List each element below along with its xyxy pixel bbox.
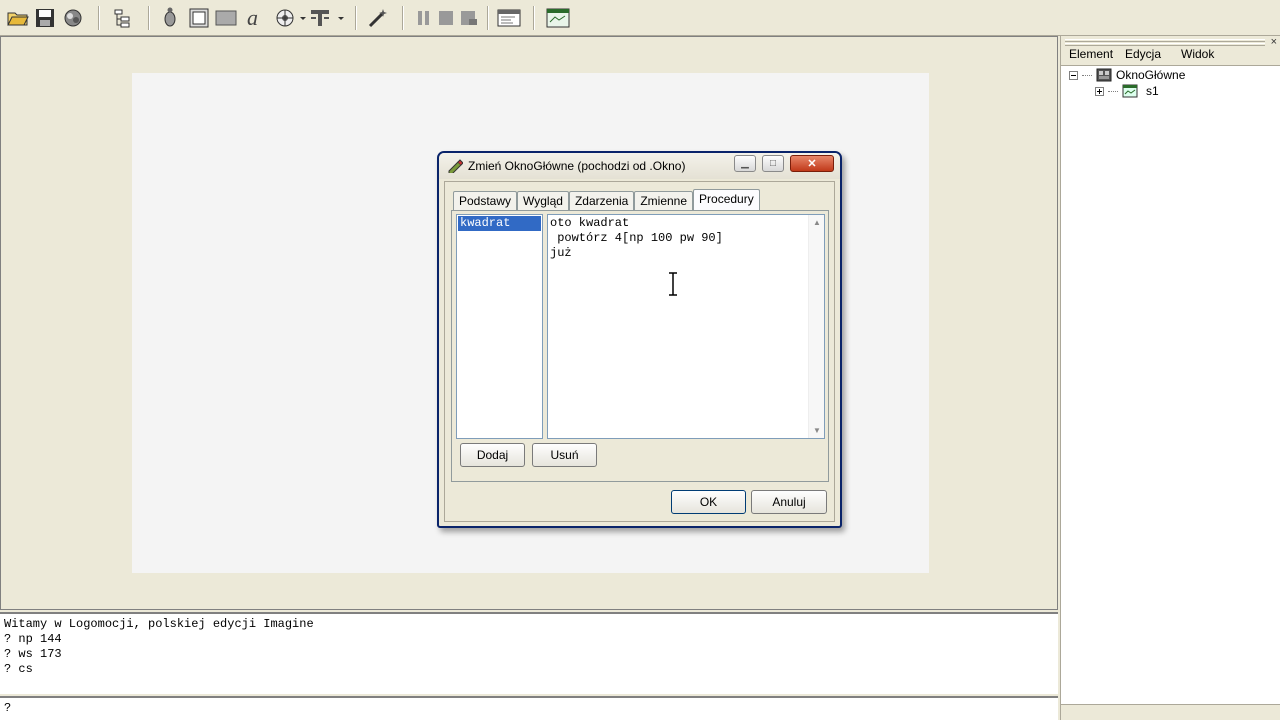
cancel-button[interactable]: Anuluj bbox=[751, 490, 827, 514]
tree-item-label: OknoGłówne bbox=[1116, 68, 1186, 82]
menu-widok[interactable]: Widok bbox=[1181, 47, 1214, 61]
toolbar-separator bbox=[355, 6, 357, 30]
save-icon[interactable] bbox=[33, 6, 57, 30]
frame-icon[interactable] bbox=[187, 6, 211, 30]
minimize-button[interactable]: ▁ bbox=[734, 155, 756, 172]
tree-item-oknoglowne[interactable]: OknoGłówne bbox=[1069, 68, 1185, 82]
open-folder-icon[interactable] bbox=[6, 6, 30, 30]
toolbar-separator bbox=[533, 6, 535, 30]
window-object-icon bbox=[1096, 68, 1112, 82]
expand-icon[interactable] bbox=[1095, 86, 1104, 96]
maximize-button[interactable]: □ bbox=[762, 155, 784, 172]
vertical-scrollbar[interactable]: ▲ ▼ bbox=[808, 215, 824, 438]
object-tree-panel: × Element Edycja Widok OknoGłówne s1 bbox=[1060, 36, 1280, 720]
tab-zdarzenia[interactable]: Zdarzenia bbox=[568, 191, 635, 210]
panel-menubar: × Element Edycja Widok bbox=[1061, 36, 1280, 66]
dialog-body: Podstawy Wygląd Zdarzenia Zmienne Proced… bbox=[444, 181, 835, 522]
scroll-down-icon[interactable]: ▼ bbox=[813, 426, 821, 435]
scroll-up-icon[interactable]: ▲ bbox=[813, 218, 821, 227]
canvas-icon[interactable] bbox=[546, 6, 570, 30]
tree-structure-icon[interactable] bbox=[110, 6, 134, 30]
tab-wyglad[interactable]: Wygląd bbox=[517, 191, 569, 210]
text-cursor-icon bbox=[669, 272, 677, 296]
panel-icon[interactable] bbox=[214, 6, 238, 30]
dialog-titlebar[interactable]: Zmień OknoGłówne (pochodzi od .Okno) ▁ □… bbox=[439, 153, 840, 179]
close-button[interactable]: ✕ bbox=[790, 155, 834, 172]
console-line: ? ws 173 bbox=[4, 647, 62, 661]
toolbar-separator bbox=[402, 6, 404, 30]
collapse-icon[interactable] bbox=[1069, 70, 1078, 80]
edit-pencil-icon bbox=[448, 159, 463, 173]
stop-icon[interactable] bbox=[434, 6, 458, 30]
list-item[interactable]: kwadrat bbox=[458, 216, 541, 231]
console-output: Witamy w Logomocji, polskiej edycji Imag… bbox=[0, 612, 1058, 694]
command-prompt: ? bbox=[4, 701, 12, 715]
add-procedure-button[interactable]: Dodaj bbox=[460, 443, 525, 467]
text-tool-icon[interactable]: a bbox=[243, 6, 267, 30]
toolbar-separator bbox=[487, 6, 489, 30]
magic-wand-icon[interactable] bbox=[366, 6, 390, 30]
tab-zmienne[interactable]: Zmienne bbox=[634, 191, 694, 210]
tree-item-s1[interactable]: s1 bbox=[1095, 84, 1159, 98]
procedure-code-editor[interactable]: oto kwadrat powtórz 4[np 100 pw 90] już ▲… bbox=[547, 214, 825, 439]
turtle-icon[interactable] bbox=[158, 6, 182, 30]
command-line-input[interactable]: ? bbox=[0, 696, 1058, 720]
procedures-tab-panel: kwadrat oto kwadrat powtórz 4[np 100 pw … bbox=[451, 210, 829, 482]
pin-tool-icon[interactable] bbox=[308, 6, 346, 30]
console-line: Witamy w Logomocji, polskiej edycji Imag… bbox=[4, 617, 314, 631]
procedure-list[interactable]: kwadrat bbox=[456, 214, 543, 439]
page-object-icon bbox=[1122, 84, 1138, 98]
tree-connector bbox=[1082, 74, 1092, 76]
remove-procedure-button[interactable]: Usuń bbox=[532, 443, 597, 467]
console-icon[interactable] bbox=[497, 6, 521, 30]
package-icon[interactable] bbox=[61, 6, 85, 30]
code-line: oto kwadrat bbox=[550, 216, 630, 230]
tree-connector bbox=[1108, 90, 1118, 92]
ok-button[interactable]: OK bbox=[671, 490, 746, 514]
pause-icon[interactable] bbox=[412, 6, 436, 30]
tab-podstawy[interactable]: Podstawy bbox=[453, 191, 518, 210]
close-icon[interactable]: × bbox=[1271, 36, 1277, 48]
code-line: już bbox=[550, 246, 572, 260]
panel-grip[interactable] bbox=[1065, 39, 1265, 42]
console-line: ? np 144 bbox=[4, 632, 62, 646]
control-tool-icon[interactable] bbox=[274, 6, 308, 30]
menu-edycja[interactable]: Edycja bbox=[1125, 47, 1161, 61]
menu-element[interactable]: Element bbox=[1069, 47, 1113, 61]
tree-item-label: s1 bbox=[1146, 84, 1159, 98]
toolbar-separator bbox=[148, 6, 150, 30]
tab-procedury[interactable]: Procedury bbox=[693, 189, 760, 210]
panel-grip[interactable] bbox=[1065, 43, 1265, 46]
toolbar-separator bbox=[98, 6, 100, 30]
dialog-title: Zmień OknoGłówne (pochodzi od .Okno) bbox=[468, 159, 686, 173]
reset-icon[interactable] bbox=[457, 6, 481, 30]
panel-status bbox=[1061, 704, 1280, 720]
change-object-dialog: Zmień OknoGłówne (pochodzi od .Okno) ▁ □… bbox=[437, 151, 842, 528]
main-toolbar: a bbox=[0, 0, 1280, 36]
svg-text:a: a bbox=[247, 7, 258, 29]
code-line: powtórz 4[np 100 pw 90] bbox=[550, 231, 723, 245]
console-line: ? cs bbox=[4, 662, 33, 676]
code-text: oto kwadrat powtórz 4[np 100 pw 90] już bbox=[550, 216, 723, 261]
tab-strip: Podstawy Wygląd Zdarzenia Zmienne Proced… bbox=[453, 189, 760, 210]
